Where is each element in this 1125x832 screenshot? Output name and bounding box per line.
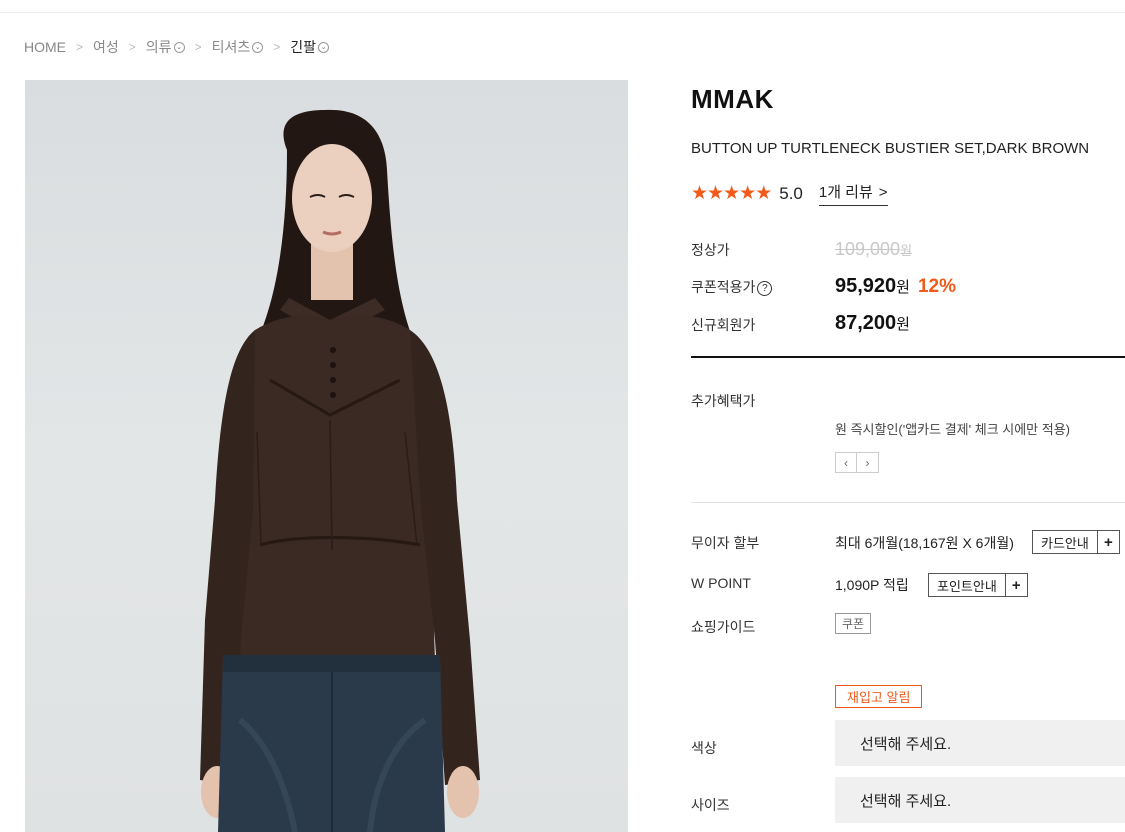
benefits-divider [691, 502, 1125, 503]
w-point-text: 1,090P 적립 [835, 577, 909, 593]
chevron-right-icon[interactable]: › [857, 452, 879, 473]
breadcrumb-clothing-label: 의류 [145, 39, 172, 55]
rating-score: 5.0 [779, 183, 803, 203]
reviews-link[interactable]: 1개 리뷰 > [818, 181, 888, 206]
point-info-button[interactable]: 포인트안내 + [928, 573, 1028, 597]
breadcrumb-women-label: 여성 [93, 39, 119, 55]
brand-name[interactable]: MMAK [691, 84, 774, 115]
currency-unit: 원 [896, 316, 910, 333]
card-info-button[interactable]: 카드안내 + [1032, 530, 1120, 554]
product-photo-illustration [200, 109, 480, 832]
color-select[interactable]: 선택해 주세요. [835, 720, 1125, 766]
size-select[interactable]: 선택해 주세요. [835, 777, 1125, 823]
benefit-text: 원 즉시할인('앱카드 결제' 체크 시에만 적용) [835, 422, 1071, 437]
card-info-label: 카드안내 [1041, 535, 1089, 551]
currency-unit: 원 [896, 279, 910, 296]
plus-icon: + [1096, 531, 1119, 553]
breadcrumb-separator-icon: > [128, 40, 136, 54]
product-title: BUTTON UP TURTLENECK BUSTIER SET,DARK BR… [691, 140, 1090, 157]
star-icon: ★ [691, 182, 709, 204]
regular-price-value: 109,000 [835, 239, 901, 259]
chevron-right-icon: > [878, 184, 888, 201]
regular-price: 109,000원 [835, 239, 912, 260]
breadcrumb-tshirts-label: 티셔츠 [211, 39, 251, 55]
regular-price-label: 정상가 [691, 242, 730, 258]
coupon-price-value-wrap: 95,920원 [835, 275, 910, 297]
star-icon: ★ [723, 182, 741, 204]
breadcrumb-clothing[interactable]: 의류 ⌄ [146, 37, 185, 57]
breadcrumb-long-sleeve-label: 긴팔 [290, 39, 316, 55]
price-divider [691, 356, 1125, 358]
reviews-link-label: 1개 리뷰 [818, 184, 873, 201]
breadcrumb-home-label: HOME [24, 39, 66, 55]
member-price-label: 신규회원가 [691, 317, 756, 333]
breadcrumb: HOME > 여성 > 의류 ⌄ > 티셔츠 ⌄ > 긴팔 ⌄ [24, 37, 329, 57]
member-price-value: 87,200 [835, 312, 897, 334]
coupon-button[interactable]: 쿠폰 [835, 613, 872, 634]
coupon-price: 95,920원 12% [835, 275, 956, 298]
header-divider [0, 12, 1125, 13]
coupon-price-value: 95,920 [835, 275, 897, 297]
w-point-label: W POINT [691, 575, 751, 591]
chevron-down-icon[interactable]: ⌄ [173, 41, 185, 53]
star-icon: ★ [739, 182, 757, 204]
member-price: 87,200원 [835, 312, 910, 335]
breadcrumb-separator-icon: > [273, 40, 281, 54]
star-icon: ★ [707, 182, 725, 204]
size-option-label: 사이즈 [691, 797, 730, 813]
coupon-price-label-text: 쿠폰적용가 [691, 279, 756, 295]
breadcrumb-long-sleeve[interactable]: 긴팔 ⌄ [290, 37, 329, 57]
star-icon: ★ [755, 182, 773, 204]
product-image[interactable] [25, 80, 628, 832]
help-icon[interactable]: ? [757, 280, 773, 296]
product-rating: ★ ★ ★ ★ ★ 5.0 1개 리뷰 > [691, 181, 888, 206]
coupon-price-label: 쿠폰적용가? [691, 277, 773, 297]
benefit-pager: ‹ › [835, 452, 879, 473]
breadcrumb-tshirts[interactable]: 티셔츠 ⌄ [212, 37, 264, 57]
installment-text: 최대 6개월(18,167원 X 6개월) [835, 535, 1014, 551]
benefits-label: 추가혜택가 [691, 393, 756, 409]
color-option-label: 색상 [691, 740, 717, 756]
chevron-down-icon[interactable]: ⌄ [252, 41, 264, 53]
breadcrumb-women[interactable]: 여성 [93, 37, 119, 57]
breadcrumb-home[interactable]: HOME [24, 39, 66, 55]
point-info-label: 포인트안내 [937, 578, 997, 594]
breadcrumb-separator-icon: > [194, 40, 202, 54]
member-price-value-wrap: 87,200원 [835, 312, 910, 334]
star-rating: ★ ★ ★ ★ ★ [691, 182, 773, 204]
installment-label: 무이자 할부 [691, 535, 760, 551]
chevron-down-icon[interactable]: ⌄ [318, 41, 329, 53]
chevron-left-icon[interactable]: ‹ [835, 452, 857, 473]
currency-unit: 원 [900, 243, 913, 258]
plus-icon: + [1004, 574, 1027, 596]
breadcrumb-separator-icon: > [76, 40, 84, 54]
discount-rate: 12% [917, 276, 957, 297]
restock-alert-button[interactable]: 재입고 알림 [835, 685, 923, 708]
shopping-guide-label: 쇼핑가이드 [691, 619, 756, 635]
